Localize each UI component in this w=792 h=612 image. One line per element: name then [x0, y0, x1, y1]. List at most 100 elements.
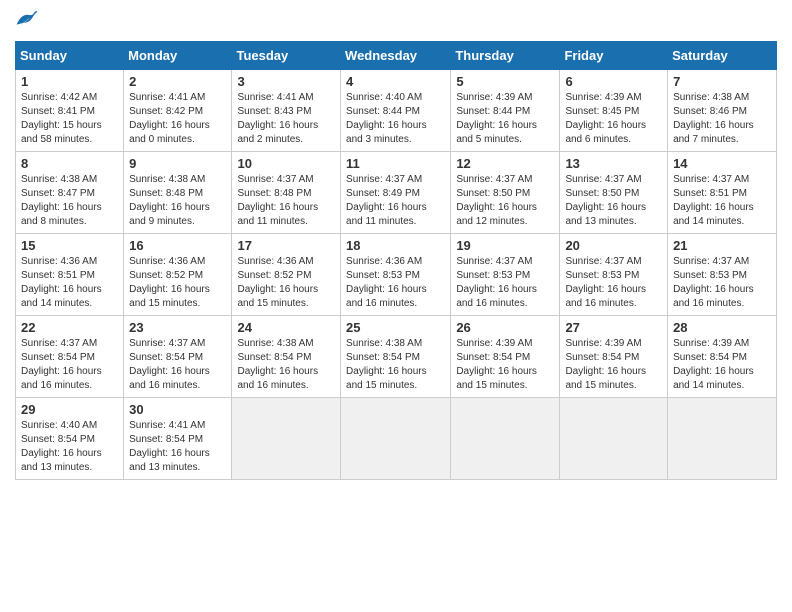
- logo-graphic: [15, 10, 39, 33]
- weekday-header-row: SundayMondayTuesdayWednesdayThursdayFrid…: [16, 42, 777, 70]
- day-number: 21: [673, 238, 771, 253]
- day-cell: 14 Sunrise: 4:37 AM Sunset: 8:51 PM Dayli…: [668, 152, 777, 234]
- day-cell: [668, 398, 777, 480]
- weekday-saturday: Saturday: [668, 42, 777, 70]
- day-info: Sunrise: 4:37 AM Sunset: 8:53 PM Dayligh…: [673, 255, 771, 311]
- day-cell: 25Sunrise: 4:38 AM Sunset: 8:54 PM Dayli…: [341, 316, 451, 398]
- day-info: Sunrise: 4:39 AM Sunset: 8:54 PM Dayligh…: [456, 337, 554, 393]
- day-cell: 1 Sunrise: 4:42 AM Sunset: 8:41 PM Daylig…: [16, 70, 124, 152]
- day-info: Sunrise: 4:36 AM Sunset: 8:52 PM Dayligh…: [237, 255, 335, 311]
- day-number: 8: [21, 156, 118, 171]
- day-cell: [560, 398, 668, 480]
- day-number: 2: [129, 74, 226, 89]
- day-info: Sunrise: 4:37 AM Sunset: 8:54 PM Dayligh…: [21, 337, 118, 393]
- day-cell: 30Sunrise: 4:41 AM Sunset: 8:54 PM Dayli…: [124, 398, 232, 480]
- day-number: 6: [565, 74, 662, 89]
- day-number: 9: [129, 156, 226, 171]
- day-info: Sunrise: 4:37 AM Sunset: 8:50 PM Dayligh…: [456, 173, 554, 229]
- calendar: SundayMondayTuesdayWednesdayThursdayFrid…: [15, 41, 777, 480]
- day-number: 27: [565, 320, 662, 335]
- day-info: Sunrise: 4:36 AM Sunset: 8:53 PM Dayligh…: [346, 255, 445, 311]
- week-row-4: 22 Sunrise: 4:37 AM Sunset: 8:54 PM Dayli…: [16, 316, 777, 398]
- day-cell: 8 Sunrise: 4:38 AM Sunset: 8:47 PM Daylig…: [16, 152, 124, 234]
- day-number: 11: [346, 156, 445, 171]
- weekday-friday: Friday: [560, 42, 668, 70]
- day-info: Sunrise: 4:38 AM Sunset: 8:54 PM Dayligh…: [237, 337, 335, 393]
- day-cell: 2 Sunrise: 4:41 AM Sunset: 8:42 PM Daylig…: [124, 70, 232, 152]
- day-cell: 5 Sunrise: 4:39 AM Sunset: 8:44 PM Daylig…: [451, 70, 560, 152]
- day-number: 13: [565, 156, 662, 171]
- day-cell: 29 Sunrise: 4:40 AM Sunset: 8:54 PM Dayli…: [16, 398, 124, 480]
- weekday-sunday: Sunday: [16, 42, 124, 70]
- day-number: 14: [673, 156, 771, 171]
- day-info: Sunrise: 4:40 AM Sunset: 8:44 PM Dayligh…: [346, 91, 445, 147]
- day-cell: 11 Sunrise: 4:37 AM Sunset: 8:49 PM Dayli…: [341, 152, 451, 234]
- weekday-monday: Monday: [124, 42, 232, 70]
- day-info: Sunrise: 4:42 AM Sunset: 8:41 PM Dayligh…: [21, 91, 118, 147]
- day-cell: 26 Sunrise: 4:39 AM Sunset: 8:54 PM Dayli…: [451, 316, 560, 398]
- week-row-5: 29 Sunrise: 4:40 AM Sunset: 8:54 PM Dayli…: [16, 398, 777, 480]
- weekday-wednesday: Wednesday: [341, 42, 451, 70]
- day-number: 3: [237, 74, 335, 89]
- header: [15, 10, 777, 33]
- logo: [15, 10, 43, 33]
- day-cell: 7 Sunrise: 4:38 AM Sunset: 8:46 PM Daylig…: [668, 70, 777, 152]
- day-cell: [232, 398, 341, 480]
- day-info: Sunrise: 4:39 AM Sunset: 8:44 PM Dayligh…: [456, 91, 554, 147]
- day-number: 7: [673, 74, 771, 89]
- day-cell: 20Sunrise: 4:37 AM Sunset: 8:53 PM Dayli…: [560, 234, 668, 316]
- day-number: 24: [237, 320, 335, 335]
- weekday-thursday: Thursday: [451, 42, 560, 70]
- day-info: Sunrise: 4:38 AM Sunset: 8:46 PM Dayligh…: [673, 91, 771, 147]
- day-info: Sunrise: 4:36 AM Sunset: 8:52 PM Dayligh…: [129, 255, 226, 311]
- day-number: 20: [565, 238, 662, 253]
- week-row-1: 1 Sunrise: 4:42 AM Sunset: 8:41 PM Daylig…: [16, 70, 777, 152]
- day-number: 1: [21, 74, 118, 89]
- day-cell: 19 Sunrise: 4:37 AM Sunset: 8:53 PM Dayli…: [451, 234, 560, 316]
- day-number: 15: [21, 238, 118, 253]
- day-info: Sunrise: 4:41 AM Sunset: 8:43 PM Dayligh…: [237, 91, 335, 147]
- day-info: Sunrise: 4:40 AM Sunset: 8:54 PM Dayligh…: [21, 419, 118, 475]
- day-info: Sunrise: 4:37 AM Sunset: 8:53 PM Dayligh…: [456, 255, 554, 311]
- day-info: Sunrise: 4:36 AM Sunset: 8:51 PM Dayligh…: [21, 255, 118, 311]
- day-cell: 24 Sunrise: 4:38 AM Sunset: 8:54 PM Dayli…: [232, 316, 341, 398]
- day-info: Sunrise: 4:41 AM Sunset: 8:42 PM Dayligh…: [129, 91, 226, 147]
- day-cell: 4Sunrise: 4:40 AM Sunset: 8:44 PM Daylig…: [341, 70, 451, 152]
- day-number: 19: [456, 238, 554, 253]
- day-number: 25: [346, 320, 445, 335]
- day-number: 12: [456, 156, 554, 171]
- day-cell: 13 Sunrise: 4:37 AM Sunset: 8:50 PM Dayli…: [560, 152, 668, 234]
- day-info: Sunrise: 4:37 AM Sunset: 8:49 PM Dayligh…: [346, 173, 445, 229]
- day-cell: 12 Sunrise: 4:37 AM Sunset: 8:50 PM Dayli…: [451, 152, 560, 234]
- day-info: Sunrise: 4:38 AM Sunset: 8:48 PM Dayligh…: [129, 173, 226, 229]
- day-info: Sunrise: 4:37 AM Sunset: 8:51 PM Dayligh…: [673, 173, 771, 229]
- day-number: 26: [456, 320, 554, 335]
- day-cell: 21 Sunrise: 4:37 AM Sunset: 8:53 PM Dayli…: [668, 234, 777, 316]
- day-cell: 16Sunrise: 4:36 AM Sunset: 8:52 PM Dayli…: [124, 234, 232, 316]
- day-info: Sunrise: 4:37 AM Sunset: 8:48 PM Dayligh…: [237, 173, 335, 229]
- day-info: Sunrise: 4:37 AM Sunset: 8:50 PM Dayligh…: [565, 173, 662, 229]
- day-number: 18: [346, 238, 445, 253]
- day-cell: 15 Sunrise: 4:36 AM Sunset: 8:51 PM Dayli…: [16, 234, 124, 316]
- day-info: Sunrise: 4:38 AM Sunset: 8:47 PM Dayligh…: [21, 173, 118, 229]
- day-info: Sunrise: 4:39 AM Sunset: 8:45 PM Dayligh…: [565, 91, 662, 147]
- day-number: 5: [456, 74, 554, 89]
- day-cell: [341, 398, 451, 480]
- day-number: 29: [21, 402, 118, 417]
- day-number: 22: [21, 320, 118, 335]
- day-cell: [451, 398, 560, 480]
- week-row-3: 15 Sunrise: 4:36 AM Sunset: 8:51 PM Dayli…: [16, 234, 777, 316]
- day-cell: 6 Sunrise: 4:39 AM Sunset: 8:45 PM Daylig…: [560, 70, 668, 152]
- day-info: Sunrise: 4:39 AM Sunset: 8:54 PM Dayligh…: [673, 337, 771, 393]
- day-cell: 18 Sunrise: 4:36 AM Sunset: 8:53 PM Dayli…: [341, 234, 451, 316]
- day-cell: 23Sunrise: 4:37 AM Sunset: 8:54 PM Dayli…: [124, 316, 232, 398]
- day-number: 30: [129, 402, 226, 417]
- day-cell: 27 Sunrise: 4:39 AM Sunset: 8:54 PM Dayli…: [560, 316, 668, 398]
- weekday-tuesday: Tuesday: [232, 42, 341, 70]
- day-info: Sunrise: 4:39 AM Sunset: 8:54 PM Dayligh…: [565, 337, 662, 393]
- day-cell: 3 Sunrise: 4:41 AM Sunset: 8:43 PM Daylig…: [232, 70, 341, 152]
- day-cell: 9 Sunrise: 4:38 AM Sunset: 8:48 PM Daylig…: [124, 152, 232, 234]
- day-cell: 22 Sunrise: 4:37 AM Sunset: 8:54 PM Dayli…: [16, 316, 124, 398]
- day-info: Sunrise: 4:37 AM Sunset: 8:54 PM Dayligh…: [129, 337, 226, 393]
- week-row-2: 8 Sunrise: 4:38 AM Sunset: 8:47 PM Daylig…: [16, 152, 777, 234]
